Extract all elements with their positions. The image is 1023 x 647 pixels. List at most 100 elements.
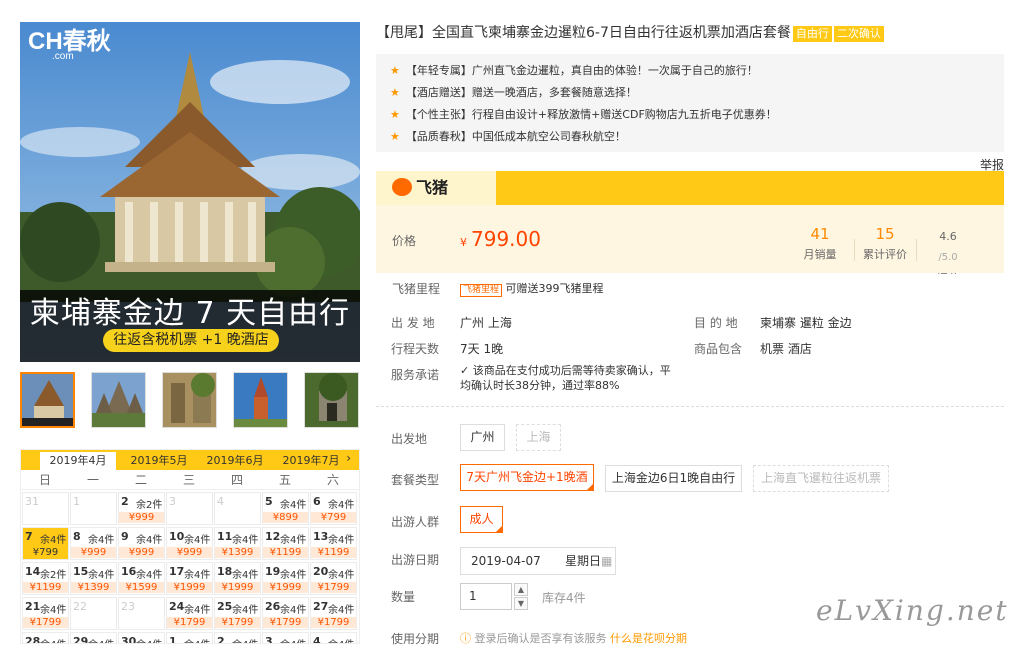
calendar-day-cell[interactable]: 28余4件 <box>22 632 69 643</box>
day-number: 30 <box>121 635 137 644</box>
thumbnail-strip <box>20 372 360 428</box>
calendar-day-cell[interactable]: 30余4件 <box>118 632 165 644</box>
calendar-day-cell[interactable]: 9 余4件 ¥999 <box>118 527 165 560</box>
feizhu-logo: 飞猪 <box>392 177 448 199</box>
day-number: 24 <box>169 600 185 613</box>
calendar-day-cell[interactable]: 29余4件 <box>70 632 117 643</box>
day-number: 6 <box>313 495 321 508</box>
thumbnail-1[interactable] <box>20 372 75 428</box>
day-price: ¥1799 <box>311 617 356 628</box>
calendar-day-cell[interactable]: 2 余2件 ¥999 <box>118 492 165 525</box>
calendar-day-cell[interactable]: 5 余4件 ¥899 <box>262 492 309 525</box>
day-number: 1 <box>169 635 177 644</box>
calendar-day-cell[interactable]: 2 余4件 <box>214 632 261 644</box>
day-stock: 余4件 <box>136 636 162 643</box>
day-stock: 余4件 <box>328 636 354 643</box>
price-calendar: 2019年4月 2019年5月 2019年6月 2019年7月 › 日 一 二 … <box>20 449 360 644</box>
feature-item: ★ 【个性主张】行程自由设计+释放激情+赠送CDF购物店九五折电子优惠券！ <box>390 108 777 121</box>
day-stock: 余4件 <box>280 636 306 643</box>
day-number: 3 <box>265 635 273 644</box>
day-number: 11 <box>217 530 233 543</box>
calendar-day-cell[interactable]: 7 余4件 ¥799 <box>22 527 69 560</box>
option-package-3[interactable]: 上海直飞暹粒往返机票 <box>753 465 889 492</box>
calendar-day-cell[interactable]: 3 余4件 <box>262 632 309 644</box>
chevron-right-icon[interactable]: › <box>346 451 351 465</box>
calendar-day-cell[interactable]: 15 余4件 ¥1399 <box>70 562 117 595</box>
tab-month-3[interactable]: 2019年6月 <box>197 452 273 470</box>
day-number: 15 <box>73 565 89 578</box>
departure-value: 广州 上海 <box>460 316 512 330</box>
includes-label: 商品包含 <box>694 342 743 356</box>
decrement-icon[interactable]: ▼ <box>514 597 528 610</box>
info-icon: ⓘ <box>460 632 475 645</box>
day-number: 14 <box>25 565 41 578</box>
option-group-adult[interactable]: 成人 <box>460 506 503 533</box>
option-departure-guangzhou[interactable]: 广州 <box>460 424 505 451</box>
day-number: 8 <box>73 530 81 543</box>
date-picker[interactable]: 2019-04-07 星期日 ▦ <box>460 547 616 575</box>
installment-label: 使用分期 <box>391 632 440 646</box>
duration-value: 7天 1晚 <box>460 342 504 356</box>
day-stock: 余4件 <box>88 570 115 581</box>
day-stock: 余2件 <box>40 570 67 581</box>
thumbnail-3[interactable] <box>162 372 217 428</box>
calendar-day-cell[interactable]: 4 余4件 <box>310 632 357 643</box>
watermark: eLvXing.net <box>816 594 1009 627</box>
installment-link[interactable]: 什么是花呗分期 <box>610 632 687 645</box>
price-value: ¥799.00 <box>460 227 541 251</box>
weekday-header: 日 一 二 三 四 五 六 <box>21 470 359 490</box>
tab-month-1[interactable]: 2019年4月 <box>40 452 116 470</box>
calendar-day-cell[interactable]: 6 余4件 ¥799 <box>310 492 357 525</box>
calendar-day-cell[interactable]: 1 余4件 <box>166 632 213 644</box>
calendar-day-cell[interactable]: 21 余4件 ¥1799 <box>22 597 69 630</box>
calendar-day-cell[interactable]: 16 余4件 ¥1599 <box>118 562 165 595</box>
day-number: 25 <box>217 600 233 613</box>
calendar-day-cell[interactable]: 13 余4件 ¥1199 <box>310 527 357 560</box>
calendar-day-cell: 23 <box>118 597 165 630</box>
calendar-day-cell[interactable]: 19 余4件 ¥1999 <box>262 562 309 595</box>
calendar-day-cell[interactable]: 8 余4件 ¥999 <box>70 527 117 560</box>
calendar-day-cell[interactable]: 26 余4件 ¥1799 <box>262 597 309 630</box>
calendar-day-cell: 1 <box>70 492 117 525</box>
day-number: 22 <box>73 600 87 613</box>
tab-month-4[interactable]: 2019年7月 <box>273 452 349 470</box>
calendar-day-cell[interactable]: 11 余4件 ¥1399 <box>214 527 261 560</box>
day-price: ¥1799 <box>215 617 260 628</box>
brand-logo: CH春秋 .com <box>28 28 111 62</box>
calendar-day-cell[interactable]: 14 余2件 ¥1199 <box>22 562 69 595</box>
calendar-day-cell[interactable]: 25 余4件 ¥1799 <box>214 597 261 630</box>
banner-title: 柬埔寨金边 7 天自由行 <box>29 296 351 331</box>
calendar-icon: ▦ <box>601 554 613 568</box>
product-title: 【甩尾】全国直飞柬埔寨金边暹粒6-7日自由行往返机票加酒店套餐 自由行 二次确认 <box>376 24 884 42</box>
calendar-day-cell[interactable]: 20 余4件 ¥1799 <box>310 562 357 595</box>
day-stock: 余4件 <box>40 636 66 643</box>
increment-icon[interactable]: ▲ <box>514 583 528 596</box>
thumbnail-4[interactable] <box>233 372 288 428</box>
tab-month-2[interactable]: 2019年5月 <box>121 452 197 470</box>
option-departure-label: 出发地 <box>391 432 428 446</box>
day-stock: 余4件 <box>184 535 211 546</box>
review-count[interactable]: 15 累计评价 <box>855 225 915 262</box>
thumbnail-5[interactable] <box>304 372 359 428</box>
day-stock: 余4件 <box>280 500 307 511</box>
calendar-day-cell[interactable]: 27 余4件 ¥1799 <box>310 597 357 630</box>
miles-label: 飞猪里程 <box>392 282 441 296</box>
day-price: ¥1199 <box>23 582 68 593</box>
calendar-day-cell[interactable]: 18 余4件 ¥1999 <box>214 562 261 595</box>
calendar-day-cell[interactable]: 12 余4件 ¥1199 <box>262 527 309 560</box>
day-stock: 余4件 <box>88 636 114 643</box>
option-package-2[interactable]: 上海金边6日1晚自由行 <box>605 465 742 492</box>
day-number: 2 <box>217 635 225 644</box>
option-package-1[interactable]: 7天广州飞金边+1晚酒 <box>460 464 594 491</box>
option-departure-shanghai[interactable]: 上海 <box>516 424 561 451</box>
calendar-day-cell[interactable]: 10 余4件 ¥999 <box>166 527 213 560</box>
quantity-input[interactable]: 1 <box>460 583 512 610</box>
monthly-sales: 41 月销量 <box>803 225 837 261</box>
day-number: 7 <box>25 530 33 543</box>
calendar-day-cell[interactable]: 24 余4件 ¥1799 <box>166 597 213 630</box>
product-main-image[interactable]: CH春秋 .com 柬埔寨金边 7 天自由行 往返含税机票 +1 晚酒店 <box>20 22 360 362</box>
thumbnail-2[interactable] <box>91 372 146 428</box>
day-number: 20 <box>313 565 329 578</box>
feature-item: ★ 【酒店赠送】赠送一晚酒店，多套餐随意选择！ <box>390 86 637 99</box>
calendar-day-cell[interactable]: 17 余4件 ¥1999 <box>166 562 213 595</box>
